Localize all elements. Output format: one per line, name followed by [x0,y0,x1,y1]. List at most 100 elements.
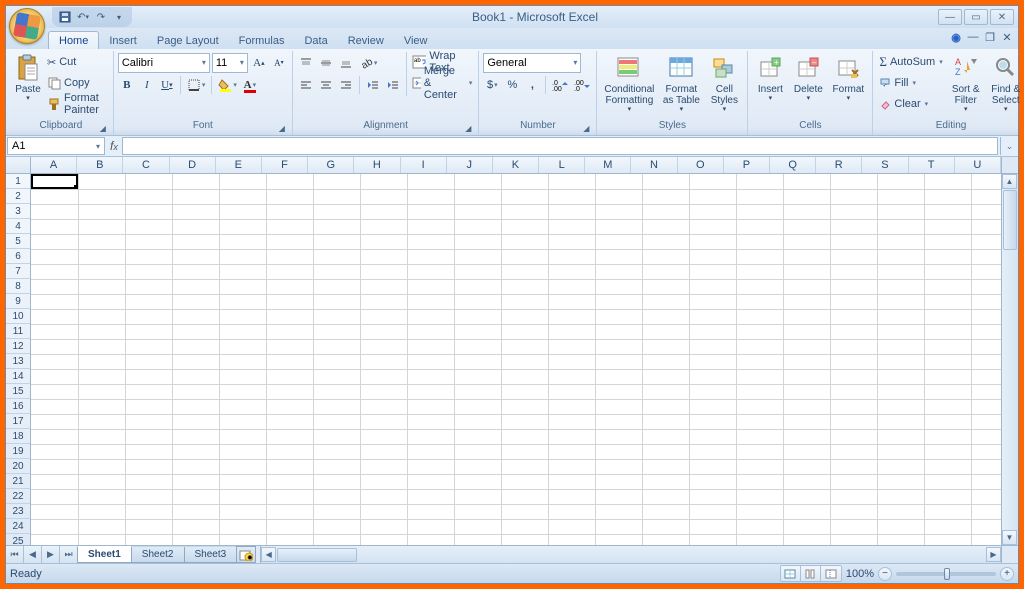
column-header[interactable]: R [816,157,862,173]
column-header[interactable]: S [862,157,908,173]
align-left-button[interactable] [297,75,315,95]
row-header[interactable]: 20 [6,459,30,474]
scroll-up-arrow[interactable]: ▲ [1002,174,1017,189]
font-name-combo[interactable]: Calibri▾ [118,53,210,73]
scroll-down-arrow[interactable]: ▼ [1002,530,1017,545]
decrease-decimal-button[interactable]: .00.0 [572,75,592,95]
tab-home[interactable]: Home [48,31,99,49]
save-icon[interactable] [58,10,72,24]
row-header[interactable]: 16 [6,399,30,414]
zoom-slider[interactable] [896,572,996,576]
minimize-button[interactable]: — [938,9,962,25]
column-header[interactable]: F [262,157,308,173]
column-header[interactable]: C [123,157,169,173]
accounting-format-button[interactable]: $ [483,75,501,95]
clear-button[interactable]: Clear [877,94,944,114]
row-header[interactable]: 11 [6,324,30,339]
italic-button[interactable]: I [138,75,156,95]
borders-button[interactable] [185,75,208,95]
row-header[interactable]: 5 [6,234,30,249]
format-painter-button[interactable]: Format Painter [45,94,109,114]
zoom-out-button[interactable]: − [878,567,892,581]
align-right-button[interactable] [337,75,355,95]
select-all-corner[interactable] [6,157,31,173]
vertical-scrollbar[interactable]: ▲ ▼ [1001,174,1018,545]
percent-format-button[interactable]: % [503,75,521,95]
sheet-tab[interactable]: Sheet3 [184,547,238,563]
hscroll-thumb[interactable] [277,548,357,562]
row-header[interactable]: 6 [6,249,30,264]
font-color-button[interactable]: A [241,75,259,95]
column-header[interactable]: K [493,157,539,173]
font-dialog-launcher[interactable]: ◢ [276,122,288,134]
tab-page-layout[interactable]: Page Layout [147,32,229,49]
column-header[interactable]: E [216,157,262,173]
sheet-nav-last[interactable]: ⏭ [60,546,78,563]
column-header[interactable]: A [31,157,77,173]
align-top-button[interactable] [297,53,315,73]
column-header[interactable]: B [77,157,123,173]
zoom-level[interactable]: 100% [846,568,874,580]
fill-color-button[interactable] [216,75,239,95]
row-header[interactable]: 14 [6,369,30,384]
row-header[interactable]: 18 [6,429,30,444]
font-size-combo[interactable]: 11▾ [212,53,248,73]
column-header[interactable]: M [585,157,631,173]
mdi-minimize[interactable]: — [966,30,980,44]
cell-grid[interactable] [31,174,1001,545]
row-header[interactable]: 21 [6,474,30,489]
help-button[interactable]: ◉ [949,30,963,44]
column-header[interactable]: L [539,157,585,173]
grow-font-button[interactable]: A▴ [250,53,268,73]
mdi-restore[interactable]: ❐ [983,30,997,44]
horizontal-scrollbar[interactable]: ◀ ▶ [260,546,1018,563]
autosum-button[interactable]: ΣAutoSum [877,52,944,72]
vscroll-thumb[interactable] [1003,190,1017,250]
clipboard-dialog-launcher[interactable]: ◢ [97,122,109,134]
number-dialog-launcher[interactable]: ◢ [580,122,592,134]
row-header[interactable]: 7 [6,264,30,279]
delete-cells-button[interactable]: – Delete▾ [790,52,826,105]
orientation-button[interactable]: ab [357,53,380,73]
close-button[interactable]: ✕ [990,9,1014,25]
sheet-tab[interactable]: Sheet1 [77,546,132,563]
decrease-indent-button[interactable] [364,75,382,95]
paste-button[interactable]: Paste▾ [13,52,43,105]
fill-button[interactable]: Fill [877,73,944,93]
page-break-view-button[interactable] [821,566,841,581]
merge-center-button[interactable]: Merge & Center [410,73,474,93]
format-cells-button[interactable]: Format▾ [828,52,868,105]
shrink-font-button[interactable]: A▾ [270,53,288,73]
row-header[interactable]: 10 [6,309,30,324]
row-header[interactable]: 2 [6,189,30,204]
page-layout-view-button[interactable] [801,566,821,581]
column-header[interactable]: N [631,157,677,173]
row-header[interactable]: 8 [6,279,30,294]
insert-sheet-button[interactable]: ✹ [236,546,256,563]
sheet-tab[interactable]: Sheet2 [131,547,185,563]
name-box[interactable]: A1▾ [7,137,105,155]
tab-review[interactable]: Review [338,32,394,49]
cut-button[interactable]: ✂Cut [45,52,109,72]
find-select-button[interactable]: Find & Select ▾ [987,52,1024,116]
conditional-formatting-button[interactable]: Conditional Formatting ▾ [601,52,657,116]
comma-format-button[interactable]: , [523,75,541,95]
bold-button[interactable]: B [118,75,136,95]
column-header[interactable]: P [724,157,770,173]
row-header[interactable]: 19 [6,444,30,459]
align-middle-button[interactable] [317,53,335,73]
qat-customize-icon[interactable]: ▾ [112,10,126,24]
sheet-nav-first[interactable]: ⏮ [6,546,24,563]
increase-decimal-button[interactable]: .0.00 [550,75,570,95]
column-header[interactable]: I [401,157,447,173]
row-header[interactable]: 13 [6,354,30,369]
row-header[interactable]: 23 [6,504,30,519]
align-center-button[interactable] [317,75,335,95]
formula-input[interactable] [122,137,998,155]
column-header[interactable]: O [678,157,724,173]
zoom-slider-handle[interactable] [944,568,950,580]
increase-indent-button[interactable] [384,75,402,95]
maximize-button[interactable]: ▭ [964,9,988,25]
column-header[interactable]: Q [770,157,816,173]
row-header[interactable]: 17 [6,414,30,429]
